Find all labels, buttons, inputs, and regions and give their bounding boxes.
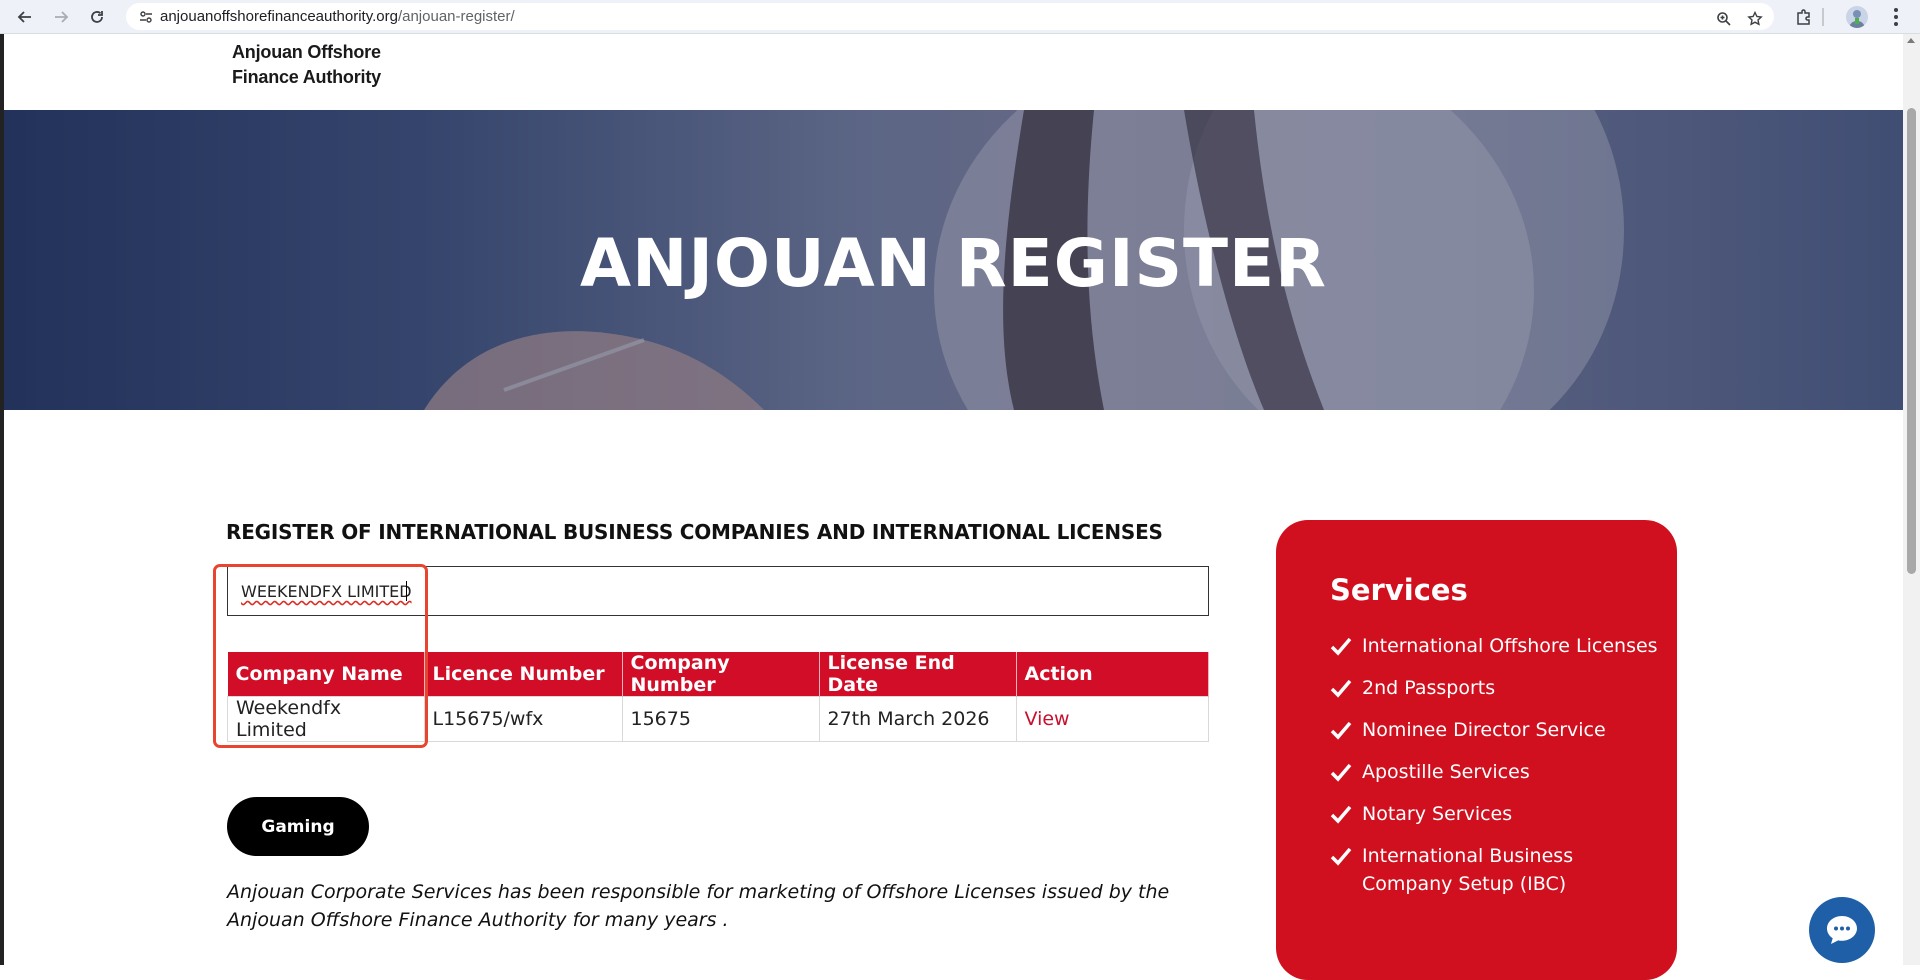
service-item[interactable]: International Offshore Licenses (1330, 632, 1660, 660)
check-icon (1330, 847, 1352, 866)
forward-icon[interactable] (49, 5, 73, 29)
service-item[interactable]: Notary Services (1330, 800, 1660, 828)
services-title: Services (1330, 573, 1468, 607)
address-bar[interactable]: anjouanoffshorefinanceauthority.org/anjo… (126, 3, 1774, 30)
view-link[interactable]: View (1025, 708, 1070, 730)
logo-line-2: Finance Authority (232, 67, 381, 87)
back-icon[interactable] (13, 5, 37, 29)
check-icon (1330, 805, 1352, 824)
hero-title: ANJOUAN REGISTER (580, 225, 1327, 302)
service-item[interactable]: Apostille Services (1330, 758, 1660, 786)
hero-banner: ANJOUAN REGISTER (4, 110, 1903, 410)
check-icon (1330, 679, 1352, 698)
register-heading: REGISTER OF INTERNATIONAL BUSINESS COMPA… (226, 520, 1163, 544)
intro-paragraph: Anjouan Corporate Services has been resp… (227, 881, 1170, 931)
toolbar-divider (1822, 8, 1824, 26)
license-end-date-cell: 27th March 2026 (818, 696, 1017, 742)
column-header: License End Date (819, 652, 1017, 697)
service-item[interactable]: Nominee Director Service (1330, 716, 1660, 744)
url-text: anjouanoffshorefinanceauthority.org/anjo… (160, 8, 515, 25)
check-icon (1330, 763, 1352, 782)
service-item-label: 2nd Passports (1362, 677, 1496, 699)
licence-number-cell: L15675/wfx (423, 696, 623, 742)
page-scrollbar[interactable] (1903, 34, 1920, 965)
extensions-icon[interactable] (1792, 5, 1816, 29)
scrollbar-thumb[interactable] (1907, 108, 1916, 574)
annotation-highlight-box (213, 564, 428, 748)
service-item-label: Nominee Director Service (1362, 719, 1606, 741)
service-item-label: International Offshore Licenses (1362, 635, 1658, 657)
column-header: Company Number (622, 652, 820, 697)
profile-avatar[interactable] (1846, 6, 1868, 28)
scroll-up-arrow-icon[interactable] (1907, 38, 1915, 43)
chat-widget-button[interactable] (1809, 897, 1875, 963)
column-header: Licence Number (424, 652, 623, 697)
browser-menu-icon[interactable] (1886, 6, 1906, 28)
service-item-label: Notary Services (1362, 803, 1513, 825)
service-item[interactable]: International Business Company Setup (IB… (1330, 842, 1660, 898)
browser-toolbar: anjouanoffshorefinanceauthority.org/anjo… (0, 0, 1920, 34)
reload-icon[interactable] (85, 5, 109, 29)
service-item-label: Apostille Services (1362, 761, 1530, 783)
company-number-cell: 15675 (621, 696, 820, 742)
action-cell: View (1015, 696, 1209, 742)
gaming-button[interactable]: Gaming (227, 797, 369, 856)
chat-icon (1827, 916, 1857, 944)
column-header: Action (1016, 652, 1209, 697)
service-item-label: International Business Company Setup (IB… (1362, 845, 1574, 895)
services-card: Services International Offshore Licenses… (1276, 520, 1677, 980)
site-logo[interactable]: Anjouan Offshore Finance Authority (232, 40, 381, 90)
zoom-icon[interactable] (1713, 8, 1735, 30)
bookmark-star-icon[interactable] (1744, 8, 1766, 30)
services-list: International Offshore Licenses 2nd Pass… (1330, 632, 1660, 912)
service-item[interactable]: 2nd Passports (1330, 674, 1660, 702)
check-icon (1330, 637, 1352, 656)
logo-line-1: Anjouan Offshore (232, 42, 381, 62)
check-icon (1330, 721, 1352, 740)
site-info-icon[interactable] (138, 9, 154, 25)
